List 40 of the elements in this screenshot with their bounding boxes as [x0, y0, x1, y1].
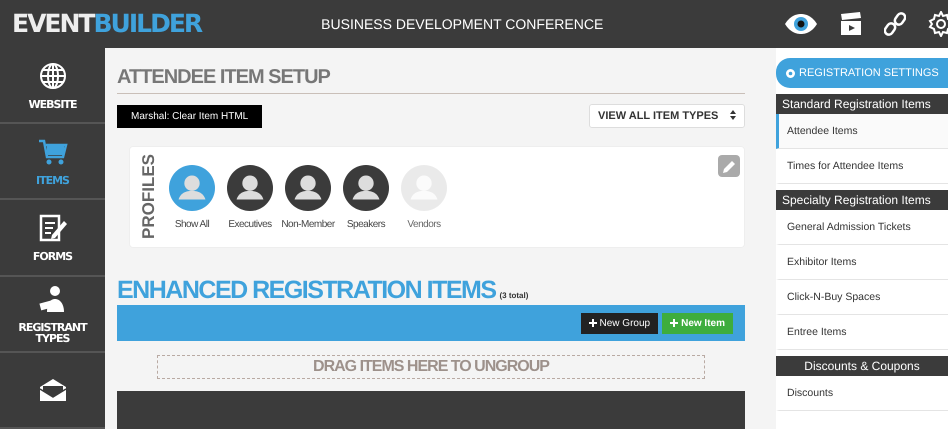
settings-item[interactable]: Entree Items: [776, 315, 948, 350]
stepper-icon: [730, 110, 736, 120]
item-type-select[interactable]: VIEW ALL ITEM TYPES: [589, 104, 745, 128]
clear-html-button[interactable]: Marshal: Clear Item HTML: [117, 104, 262, 128]
eye-icon[interactable]: [784, 13, 818, 35]
profiles-label: PROFILES: [140, 154, 157, 240]
clapperboard-icon[interactable]: [840, 12, 862, 36]
settings-item[interactable]: Attendee Items: [776, 114, 948, 149]
group-header: Discounts & Coupons: [776, 356, 948, 376]
avatar-icon: [343, 164, 389, 210]
sidebar-item[interactable]: REGISTRANT TYPES: [0, 276, 105, 353]
settings-item[interactable]: Exhibitor Items: [776, 245, 948, 280]
settings-item[interactable]: Click-N-Buy Spaces: [776, 280, 948, 315]
group-header: Standard Registration Items: [776, 94, 948, 114]
settings-item[interactable]: Discounts: [776, 376, 948, 411]
profile-filter[interactable]: Speakers: [343, 164, 389, 230]
link-icon[interactable]: [884, 12, 906, 36]
form-icon: [38, 213, 68, 243]
plus-icon: [670, 318, 678, 326]
group-header: Specialty Registration Items: [776, 190, 948, 210]
globe-icon: [38, 60, 68, 91]
item-count: (3 total): [500, 291, 528, 300]
avatar-icon: [227, 164, 273, 210]
settings-item[interactable]: General Admission Tickets: [776, 210, 948, 245]
new-group-button[interactable]: New Group: [580, 312, 658, 334]
profile-filter[interactable]: Show All: [169, 164, 215, 230]
page-heading: ATTENDEE ITEM SETUP: [117, 58, 745, 94]
settings-item[interactable]: Times for Attendee Items: [776, 149, 948, 184]
plus-icon: [588, 318, 597, 326]
event-title: BUSINESS DEVELOPMENT CONFERENCE: [321, 16, 604, 32]
envelope-icon: [38, 376, 68, 403]
app-logo: EVENTBUILDER: [12, 9, 202, 39]
section-heading: ENHANCED REGISTRATION ITEMS: [117, 276, 496, 305]
sidebar-item[interactable]: ITEMS: [0, 124, 105, 200]
sidebar-item[interactable]: WEBSITE: [0, 48, 105, 124]
settings-icon[interactable]: [928, 11, 948, 37]
sidebar-item[interactable]: FORMS: [0, 200, 105, 277]
avatar-icon: [285, 164, 331, 210]
avatar-icon: [169, 164, 215, 210]
profile-filter[interactable]: Executives: [227, 164, 273, 230]
